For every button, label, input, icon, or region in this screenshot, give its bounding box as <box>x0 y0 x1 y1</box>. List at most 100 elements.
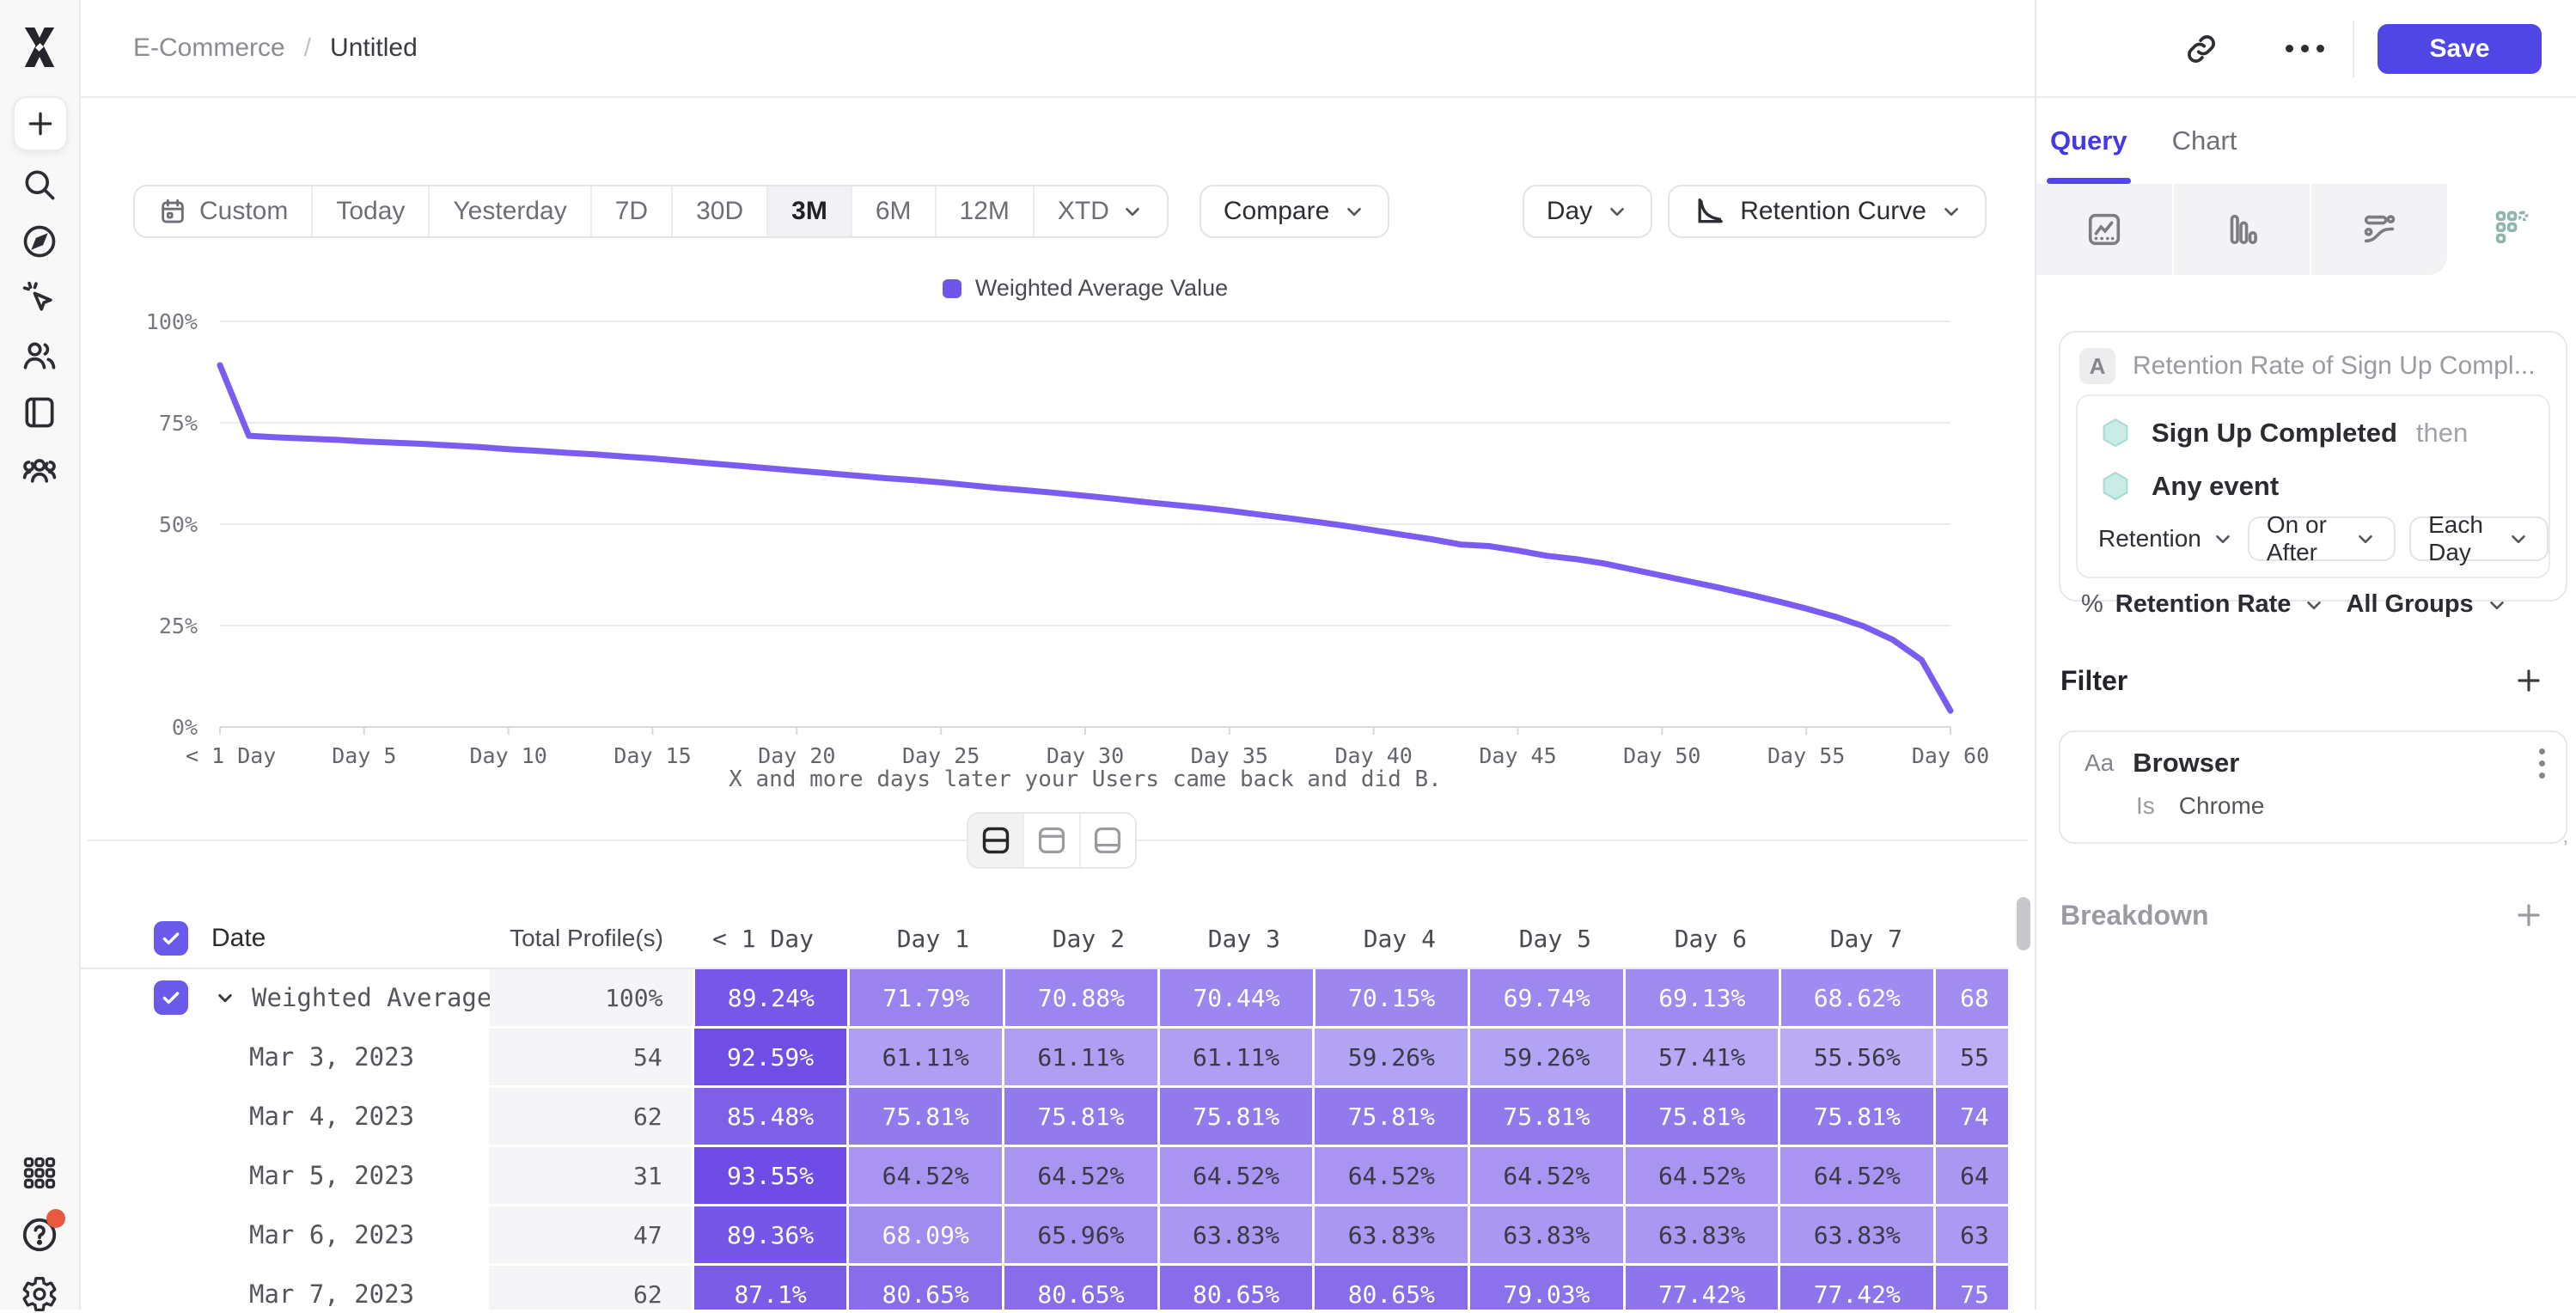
layout-split-button[interactable] <box>968 814 1024 867</box>
retention-cell[interactable]: 75.81% <box>1160 1088 1313 1145</box>
interval-dropdown[interactable]: Each Day <box>2409 516 2549 561</box>
table-row[interactable]: Mar 6, 20234789.36%68.09%65.96%63.83%63.… <box>81 1206 2008 1263</box>
range-30d[interactable]: 30D <box>673 186 768 236</box>
table-row[interactable]: Mar 3, 20235492.59%61.11%61.11%61.11%59.… <box>81 1029 2008 1085</box>
granularity-dropdown[interactable]: Day <box>1523 185 1652 238</box>
retention-cell[interactable]: 63.83% <box>1470 1206 1623 1263</box>
report-type-funnel[interactable] <box>2174 184 2310 275</box>
breadcrumb-report-title[interactable]: Untitled <box>330 34 418 63</box>
range-yesterday[interactable]: Yesterday <box>430 186 591 236</box>
filter-menu-icon[interactable] <box>2539 748 2545 779</box>
retention-cell[interactable]: 63.83% <box>1160 1206 1313 1263</box>
retention-cell[interactable]: 80.65% <box>849 1266 1002 1310</box>
retention-cell[interactable]: 93.55% <box>694 1147 847 1204</box>
retention-cell[interactable]: 61.11% <box>1160 1029 1313 1085</box>
tab-chart[interactable]: Chart <box>2172 98 2237 184</box>
event-row-b[interactable]: Any event <box>2078 460 2549 513</box>
retention-cell[interactable]: 77.42% <box>1780 1266 1933 1310</box>
filter-card[interactable]: Aa Browser Is Chrome <box>2059 730 2567 844</box>
retention-cell[interactable]: 87.1% <box>694 1266 847 1310</box>
retention-cell[interactable]: 59.26% <box>1470 1029 1623 1085</box>
settings-gear-icon[interactable] <box>21 1275 58 1313</box>
retention-cell[interactable]: 63.83% <box>1315 1206 1468 1263</box>
table-vertical-scrollbar[interactable] <box>2017 897 2030 950</box>
retention-cell[interactable]: 89.36% <box>694 1206 847 1263</box>
retention-cell[interactable]: 69.74% <box>1470 969 1623 1026</box>
range-xtd[interactable]: XTD <box>1035 186 1167 236</box>
retention-cell[interactable]: 89.24% <box>695 969 848 1026</box>
cohorts-group-icon[interactable] <box>20 451 59 489</box>
table-row[interactable]: Mar 5, 20233193.55%64.52%64.52%64.52%64.… <box>81 1147 2008 1204</box>
explore-compass-icon[interactable] <box>21 223 58 260</box>
retention-cell[interactable]: 65.96% <box>1004 1206 1157 1263</box>
range-6m[interactable]: 6M <box>852 186 937 236</box>
report-type-flows[interactable] <box>2311 184 2447 275</box>
add-filter-icon[interactable] <box>2512 664 2545 697</box>
retention-cell[interactable]: 79.03% <box>1470 1266 1623 1310</box>
retention-cell[interactable]: 92.59% <box>694 1029 847 1085</box>
add-breakdown-icon[interactable] <box>2512 899 2545 931</box>
retention-cell[interactable]: 64.52% <box>1315 1147 1468 1204</box>
event-row-a[interactable]: Sign Up Completed then <box>2078 406 2549 460</box>
retention-cell[interactable]: 68.09% <box>849 1206 1002 1263</box>
retention-cell[interactable]: 75.81% <box>1315 1088 1468 1145</box>
retention-cell[interactable]: 64.52% <box>1780 1147 1933 1204</box>
retention-curve-line[interactable] <box>220 365 1950 711</box>
groups-dropdown[interactable]: All Groups <box>2346 590 2473 619</box>
new-report-button[interactable] <box>13 96 68 151</box>
window-dropdown[interactable]: On or After <box>2248 516 2396 561</box>
retention-cell-clipped[interactable]: 64 <box>1936 1147 2008 1204</box>
retention-cell[interactable]: 61.11% <box>849 1029 1002 1085</box>
retention-cell[interactable]: 55.56% <box>1780 1029 1933 1085</box>
retention-cell[interactable]: 57.41% <box>1626 1029 1779 1085</box>
retention-line-chart[interactable]: 100%75%50%25%0%< 1 DayDay 5Day 10Day 15D… <box>81 287 2035 785</box>
search-icon[interactable] <box>21 166 58 204</box>
apps-grid-icon[interactable] <box>21 1154 58 1192</box>
events-cursor-icon[interactable] <box>21 279 58 317</box>
retention-cell[interactable]: 64.52% <box>849 1147 1002 1204</box>
more-options-icon[interactable] <box>2286 45 2324 52</box>
range-custom[interactable]: Custom <box>135 186 313 236</box>
retention-cell[interactable]: 75.81% <box>849 1088 1002 1145</box>
filter-value[interactable]: Chrome <box>2179 792 2265 820</box>
retention-cell[interactable]: 80.65% <box>1004 1266 1157 1310</box>
profiles-users-icon[interactable] <box>21 336 58 374</box>
measure-dropdown[interactable]: Retention Rate <box>2115 590 2292 619</box>
retention-cell[interactable]: 70.15% <box>1315 969 1468 1026</box>
retention-cell[interactable]: 63.83% <box>1626 1206 1779 1263</box>
range-today[interactable]: Today <box>313 186 430 236</box>
retention-cell-clipped[interactable]: 75 <box>1936 1266 2008 1310</box>
table-row[interactable]: Mar 4, 20236285.48%75.81%75.81%75.81%75.… <box>81 1088 2008 1145</box>
filter-property[interactable]: Browser <box>2133 748 2239 779</box>
retention-cell[interactable]: 71.79% <box>850 969 1003 1026</box>
retention-cell[interactable]: 75.81% <box>1470 1088 1623 1145</box>
layout-table-only-button[interactable] <box>1081 814 1135 867</box>
retention-cell[interactable]: 85.48% <box>694 1088 847 1145</box>
event-b-name[interactable]: Any event <box>2152 471 2279 502</box>
retention-cell-clipped[interactable]: 55 <box>1936 1029 2008 1085</box>
journeys-panel-icon[interactable] <box>21 394 58 431</box>
layout-chart-only-button[interactable] <box>1024 814 1080 867</box>
chart-type-dropdown[interactable]: Retention Curve <box>1668 185 1987 238</box>
range-12m[interactable]: 12M <box>937 186 1035 236</box>
retention-mode-dropdown[interactable]: Retention <box>2098 525 2234 553</box>
range-3m[interactable]: 3M <box>768 186 852 236</box>
report-type-insights[interactable] <box>2036 184 2172 275</box>
retention-cell[interactable]: 64.52% <box>1626 1147 1779 1204</box>
retention-cell[interactable]: 64.52% <box>1470 1147 1623 1204</box>
retention-table[interactable]: DateTotal Profile(s)< 1 DayDay 1Day 2Day… <box>81 909 2008 1310</box>
retention-cell[interactable]: 64.52% <box>1160 1147 1313 1204</box>
table-row[interactable]: Mar 7, 20236287.1%80.65%80.65%80.65%80.6… <box>81 1266 2008 1310</box>
retention-cell[interactable]: 63.83% <box>1780 1206 1933 1263</box>
retention-cell[interactable]: 68.62% <box>1781 969 1934 1026</box>
retention-cell[interactable]: 80.65% <box>1160 1266 1313 1310</box>
compare-button[interactable]: Compare <box>1199 185 1389 238</box>
retention-cell[interactable]: 69.13% <box>1626 969 1779 1026</box>
expand-chevron-icon[interactable] <box>212 985 238 1011</box>
retention-cell-clipped[interactable]: 68 <box>1936 969 2008 1026</box>
event-a-name[interactable]: Sign Up Completed <box>2152 418 2397 449</box>
retention-cell[interactable]: 75.81% <box>1780 1088 1933 1145</box>
help-icon[interactable] <box>20 1215 59 1255</box>
range-7d[interactable]: 7D <box>592 186 673 236</box>
retention-cell[interactable]: 70.88% <box>1005 969 1158 1026</box>
